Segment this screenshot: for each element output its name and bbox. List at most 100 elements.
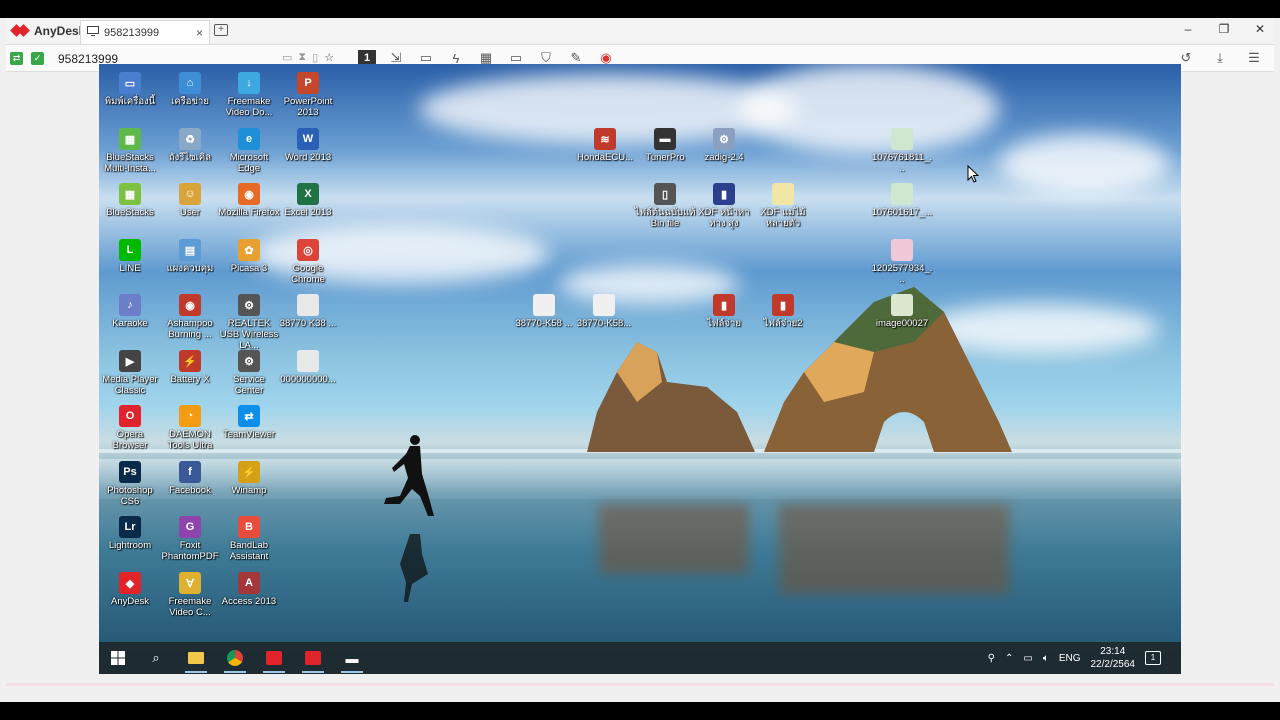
desktop-icon[interactable]: ♻ ถังรีไซเคิล bbox=[159, 128, 221, 163]
desktop-icon[interactable]: 38770 K38 ... bbox=[277, 294, 339, 329]
desktop-icon[interactable]: ▭ พิมพ์เครื่องนี้ bbox=[99, 72, 161, 107]
desktop-icon[interactable]: ∀ Freemake Video C... bbox=[159, 572, 221, 618]
desktop-icon[interactable]: O Opera Browser bbox=[99, 405, 161, 451]
new-tab-icon[interactable]: + bbox=[214, 24, 228, 36]
desktop-icon[interactable]: ☺ User bbox=[159, 183, 221, 218]
bin-icon[interactable]: ▯ bbox=[312, 51, 318, 64]
desktop-app-icon: ⇄ bbox=[238, 405, 260, 427]
windows-taskbar: ⌕ ▬ ⚲ ⌃ ▭ 🔈︎ ENG 23:14 22/2/2564 1 bbox=[99, 642, 1181, 674]
desktop-icon[interactable]: ▬ TunerPro bbox=[634, 128, 696, 163]
desktop-app-icon: A bbox=[238, 572, 260, 594]
desktop-icon[interactable]: ▦ BlueStacks Multi-Insta... bbox=[99, 128, 161, 174]
people-icon[interactable]: ⚲ bbox=[988, 653, 995, 664]
desktop-icon-label: แผงควบคุม bbox=[166, 263, 214, 274]
desktop-icon[interactable]: ⚡ Winamp bbox=[218, 461, 280, 496]
desktop-icon-label: Winamp bbox=[231, 485, 267, 496]
desktop-icon[interactable]: G Foxit PhantomPDF bbox=[159, 516, 221, 562]
desktop-icon[interactable]: ✿ Picasa 3 bbox=[218, 239, 280, 274]
desktop-icon[interactable]: B BandLab Assistant bbox=[218, 516, 280, 562]
desktop-icon[interactable]: 1076761811_... bbox=[871, 128, 933, 174]
desktop-icon[interactable]: ◆ AnyDesk bbox=[99, 572, 161, 607]
star-icon[interactable]: ☆ bbox=[324, 51, 334, 64]
notification-center-icon[interactable]: 1 bbox=[1145, 651, 1161, 665]
clock[interactable]: 23:14 22/2/2564 bbox=[1091, 645, 1136, 671]
desktop-icon[interactable]: 38770-K58 ... bbox=[513, 294, 575, 329]
desktop-icon[interactable]: f Facebook bbox=[159, 461, 221, 496]
desktop-icon-label: User bbox=[179, 207, 201, 218]
tray-chevron-up-icon[interactable]: ⌃ bbox=[1005, 653, 1013, 664]
desktop-icon[interactable]: ▯ ไฟล์ต้นฉบับแท้ Bin file bbox=[634, 183, 696, 229]
session-tab[interactable]: 958213999 × bbox=[80, 20, 210, 44]
desktop-app-icon: ◆ bbox=[119, 572, 141, 594]
desktop-icon[interactable]: ⚡ Battery X bbox=[159, 350, 221, 385]
desktop-icon[interactable]: P PowerPoint 2013 bbox=[277, 72, 339, 118]
volume-icon[interactable]: 🔈︎ bbox=[1043, 653, 1049, 664]
desktop-icon-label: ไฟล์ต้นฉบับแท้ Bin file bbox=[634, 207, 696, 229]
battery-icon[interactable]: ▭ bbox=[1023, 653, 1032, 664]
maximize-button[interactable]: ❐ bbox=[1218, 22, 1230, 36]
desktop-icon[interactable]: X Excel 2013 bbox=[277, 183, 339, 218]
desktop-icon[interactable]: ▮ ไฟล์จ่าย bbox=[693, 294, 755, 329]
desktop-icon[interactable]: 000000000... bbox=[277, 350, 339, 385]
desktop-icon[interactable]: Ps Photoshop CS6 bbox=[99, 461, 161, 507]
start-button[interactable] bbox=[105, 646, 131, 670]
desktop-icon[interactable]: ⌂ เครือข่าย bbox=[159, 72, 221, 107]
desktop-icon[interactable]: ▤ แผงควบคุม bbox=[159, 239, 221, 274]
desktop-app-icon: ▮ bbox=[713, 183, 735, 205]
remote-desktop-view[interactable]: ▭ พิมพ์เครื่องนี้ ⌂ เครือข่าย ↓ Freemake Vide… bbox=[99, 64, 1181, 674]
desktop-icon[interactable]: A Access 2013 bbox=[218, 572, 280, 607]
desktop-icon[interactable]: ▶ Media Player Classic bbox=[99, 350, 161, 396]
chat-small-icon[interactable]: ▭ bbox=[282, 51, 292, 64]
desktop-icon[interactable]: ↓ Freemake Video Do... bbox=[218, 72, 280, 118]
desktop-icon[interactable]: ⇄ TeamViewer bbox=[218, 405, 280, 440]
desktop-app-icon: X bbox=[297, 183, 319, 205]
desktop-icon-label: Freemake Video C... bbox=[168, 596, 212, 618]
download-icon[interactable]: ⤓ bbox=[1210, 48, 1230, 68]
tunerpro-taskbar-icon[interactable]: ▬ bbox=[339, 646, 365, 673]
desktop-icon[interactable]: ◉ Ashampoo Burning ... bbox=[159, 294, 221, 340]
desktop-icon[interactable]: L LINE bbox=[99, 239, 161, 274]
menu-icon[interactable]: ☰ bbox=[1244, 48, 1264, 68]
minimize-button[interactable]: – bbox=[1182, 22, 1194, 36]
hourglass-icon[interactable]: ⧗ bbox=[298, 51, 306, 64]
desktop-icon[interactable]: ⚙ Service Center bbox=[218, 350, 280, 396]
desktop-icon-label: XDF หน้าหาทาง สูง bbox=[698, 207, 750, 229]
desktop-icon[interactable]: ⚙ REALTEK USB Wireless LA... bbox=[218, 294, 280, 351]
desktop-icon[interactable]: W Word 2013 bbox=[277, 128, 339, 163]
desktop-app-icon: ◎ bbox=[297, 239, 319, 261]
desktop-icon[interactable]: ▦ BlueStacks bbox=[99, 183, 161, 218]
desktop-icon[interactable]: ⚙ zadig-2.4 bbox=[693, 128, 755, 163]
desktop-icon-label: 107601617_... bbox=[871, 207, 933, 218]
desktop-icon-label: zadig-2.4 bbox=[704, 152, 744, 163]
desktop-icon[interactable]: XDF แม่ไม้ หลายตัว bbox=[752, 183, 814, 229]
desktop-icon[interactable]: ≋ HondaECU... bbox=[574, 128, 636, 163]
desktop-icon-label: 1076761811_... bbox=[871, 152, 933, 174]
anydesk-taskbar-icon-2[interactable] bbox=[300, 646, 326, 673]
file-explorer-icon[interactable] bbox=[183, 646, 209, 673]
desktop-icon[interactable]: ♪ Karaoke bbox=[99, 294, 161, 329]
desktop-app-icon: ∀ bbox=[179, 572, 201, 594]
desktop-icon[interactable]: Lr Lightroom bbox=[99, 516, 161, 551]
verified-icon: ✓ bbox=[31, 52, 44, 65]
desktop-icon[interactable]: ▮ ไฟล์จ่าย2 bbox=[752, 294, 814, 329]
tab-close-icon[interactable]: × bbox=[196, 26, 203, 40]
desktop-icon[interactable]: 38770-K58... bbox=[573, 294, 635, 329]
monitor-icon bbox=[87, 26, 99, 39]
desktop-app-icon: ▮ bbox=[772, 294, 794, 316]
desktop-icon[interactable]: ◎ Google Chrome bbox=[277, 239, 339, 285]
desktop-icon[interactable]: ◔ DAEMON Tools Ultra bbox=[159, 405, 221, 451]
chrome-taskbar-icon[interactable] bbox=[222, 646, 248, 673]
desktop-icon[interactable]: 1202577934_... bbox=[871, 239, 933, 285]
desktop-icon[interactable]: ◉ Mozilla Firefox bbox=[218, 183, 280, 218]
desktop-icon[interactable]: 107601617_... bbox=[871, 183, 933, 218]
desktop-icon-label: Service Center bbox=[233, 374, 265, 396]
search-icon[interactable]: ⌕ bbox=[143, 646, 169, 670]
desktop-icon[interactable]: image00027 bbox=[871, 294, 933, 329]
desktop-icon[interactable]: e Microsoft Edge bbox=[218, 128, 280, 174]
desktop-app-icon bbox=[297, 294, 319, 316]
desktop-icon[interactable]: ▮ XDF หน้าหาทาง สูง bbox=[693, 183, 755, 229]
anydesk-taskbar-icon[interactable] bbox=[261, 646, 287, 673]
language-indicator[interactable]: ENG bbox=[1059, 653, 1081, 664]
desktop-app-icon: ◔ bbox=[179, 405, 201, 427]
close-button[interactable]: ✕ bbox=[1254, 22, 1266, 36]
